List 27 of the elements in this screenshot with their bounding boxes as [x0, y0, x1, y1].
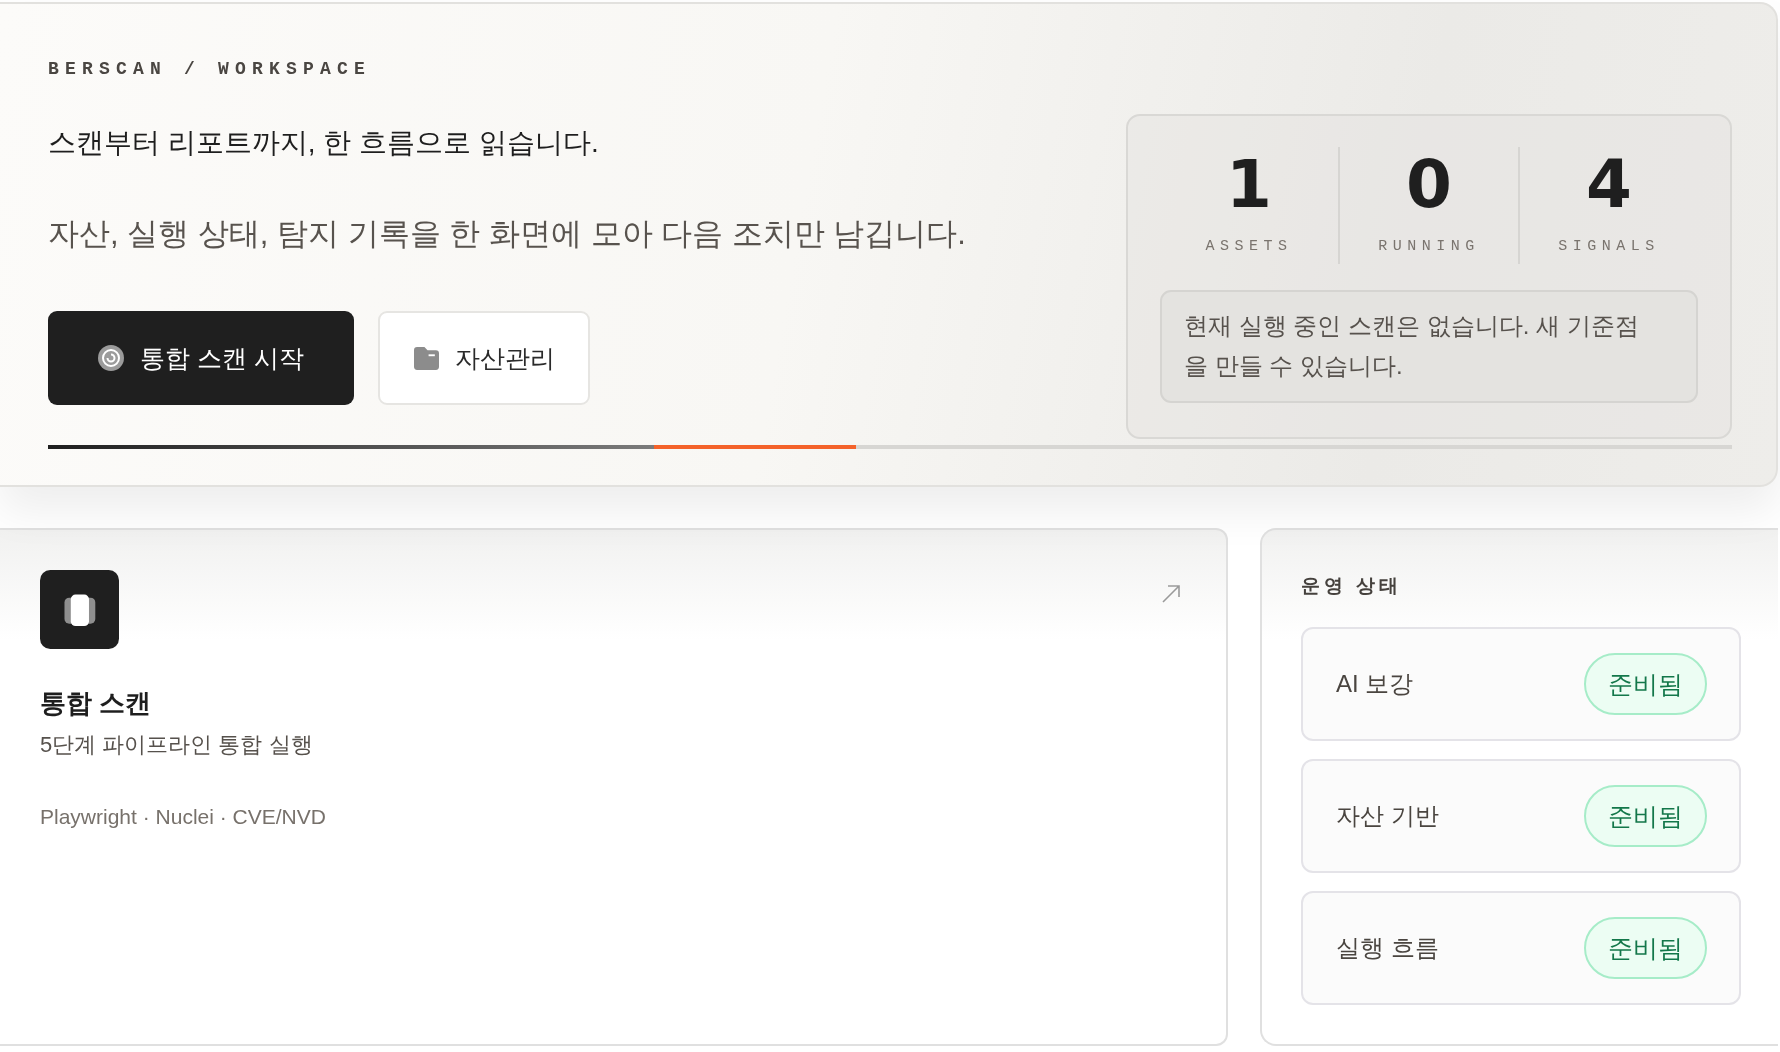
scan-card[interactable]: 통합 스캔 5단계 파이프라인 통합 실행 Playwright · Nuclei · CVE/NVD	[0, 528, 1228, 1046]
status-badge: 준비됨	[1584, 785, 1707, 847]
stat-label: SIGNALS	[1558, 237, 1660, 257]
card-description: 5단계 파이프라인 통합 실행	[40, 731, 314, 759]
hero-title: 스캔부터 리포트까지, 한 흐름으로 읽습니다.	[48, 126, 599, 160]
arrow-up-right-icon	[1161, 584, 1181, 604]
stat-value: 0	[1406, 147, 1452, 223]
status-badge: 준비됨	[1584, 653, 1707, 715]
start-scan-button[interactable]: 통합 스캔 시작	[48, 311, 354, 405]
status-note: 현재 실행 중인 스캔은 없습니다. 새 기준점을 만들 수 있습니다.	[1160, 290, 1698, 403]
folder-icon	[413, 346, 439, 370]
stacked-cards-icon	[40, 570, 119, 649]
stat-label: ASSETS	[1205, 237, 1293, 257]
status-label: 실행 흐름	[1336, 933, 1439, 963]
card-title: 통합 스캔	[40, 687, 153, 720]
status-label: AI 보강	[1336, 669, 1414, 699]
stat-value: 1	[1226, 147, 1272, 223]
asset-manage-button[interactable]: 자산관리	[378, 311, 590, 405]
status-badge: 준비됨	[1584, 917, 1707, 979]
section-title: 운영 상태	[1301, 574, 1404, 598]
stat-value: 4	[1586, 147, 1632, 223]
breadcrumb: BERSCAN / WORKSPACE	[48, 58, 372, 80]
target-icon	[98, 345, 125, 371]
tool-list: Playwright · Nuclei · CVE/NVD	[40, 803, 1181, 831]
stat-label: RUNNING	[1378, 237, 1480, 257]
status-label: 자산 기반	[1336, 801, 1439, 831]
hero-subtitle: 자산, 실행 상태, 탐지 기록을 한 화면에 모아 다음 조치만 남깁니다.	[48, 215, 966, 253]
